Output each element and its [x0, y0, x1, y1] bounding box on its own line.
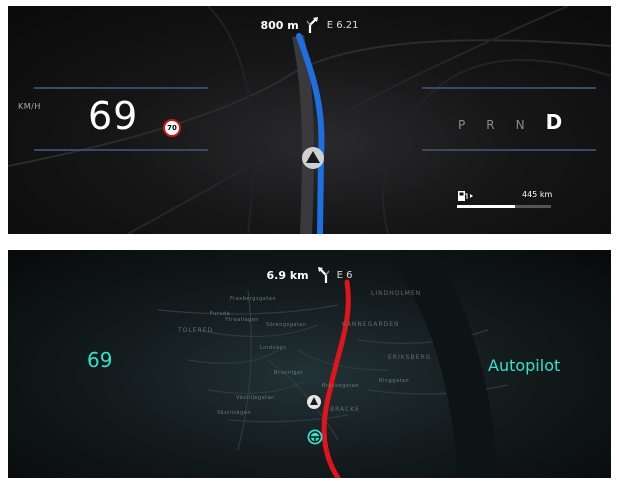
gear-selector: P R N D [458, 110, 562, 134]
gear-p: P [458, 118, 466, 132]
map-label: Sörengsgatan [266, 322, 307, 328]
cluster-standard-view: 800 m E 6.21 KM/H 69 70 P R N D 445 km [8, 6, 611, 234]
road-name: E 6.21 [326, 19, 359, 31]
map-label: LINDHOLMEN [371, 290, 422, 297]
navigation-instruction: 6.9 km E 6 [8, 266, 611, 284]
road-name: E 6 [336, 269, 353, 281]
fuel-level-fill [457, 205, 516, 208]
vehicle-position-icon [302, 147, 324, 169]
map-label: Västiljegatan [236, 395, 275, 401]
speed-value: 69 [88, 94, 139, 138]
turn-slight-right-icon [306, 17, 318, 33]
map-label: TOLERED [178, 327, 214, 334]
cluster-autopilot-view: LINDHOLMEN KANNEGARDEN ERIKSBERG TOLERED… [8, 250, 611, 478]
fuel-level-bar [457, 205, 551, 208]
speed-limit-sign: 70 [163, 119, 181, 137]
map-label: Ytraallagen [225, 317, 259, 323]
speed-value: 69 [87, 348, 113, 372]
route-line [321, 279, 351, 478]
speed-unit: KM/H [18, 102, 41, 111]
map-label: BRACKE [330, 406, 360, 413]
turn-slight-left-icon [317, 267, 330, 283]
gear-d: D [545, 110, 563, 134]
map-label: Västilsägen [217, 410, 252, 416]
map-label: Fraxbergsgatan [230, 296, 277, 302]
steering-wheel-icon [307, 429, 323, 445]
map-label: Brunnlgat [274, 370, 304, 376]
vehicle-position-icon [307, 395, 321, 409]
map-label: Bräckegatan [322, 383, 360, 389]
map-label: Lindvägs [260, 345, 287, 351]
speed-limit-value: 70 [167, 124, 177, 132]
gear-r: R [486, 118, 495, 132]
maneuver-distance: 6.9 km [266, 268, 309, 282]
range-value: 445 km [522, 190, 553, 199]
map-label: KANNEGARDEN [342, 321, 400, 328]
gear-n: N [515, 118, 525, 132]
maneuver-distance: 800 m [260, 18, 299, 32]
fuel-pump-icon [458, 191, 473, 201]
navigation-instruction: 800 m E 6.21 [8, 16, 611, 34]
map-label: Ringgatan [379, 378, 410, 384]
map-label: ERIKSBERG [388, 354, 432, 361]
autopilot-status: Autopilot [488, 356, 561, 375]
